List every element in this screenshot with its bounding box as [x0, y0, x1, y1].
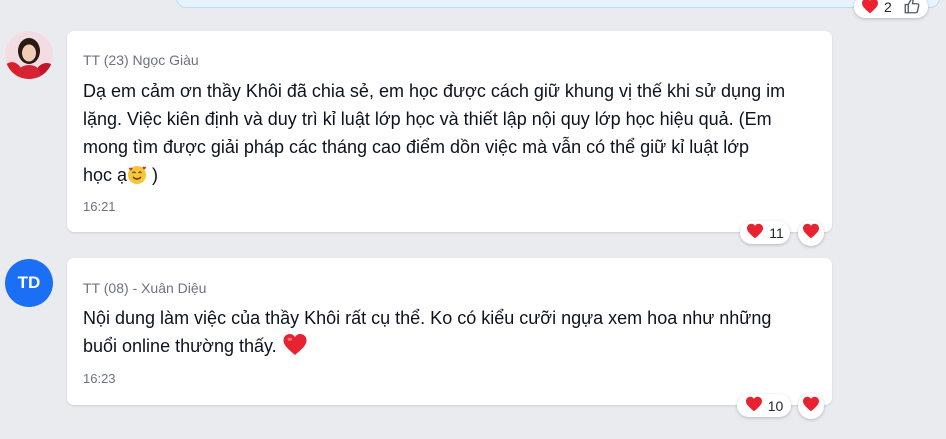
message-time: 16:23	[83, 371, 116, 386]
message-text: Nội dung làm việc của thầy Khôi rất cụ t…	[83, 304, 818, 364]
reaction-count: 11	[769, 224, 784, 241]
reaction-count: 10	[767, 397, 784, 414]
avatar-initials: TD	[17, 273, 41, 292]
message-line: học ạ )	[83, 161, 818, 193]
message-line: lặng. Việc kiên định và duy trì kỉ luật …	[83, 109, 772, 129]
heart-icon	[745, 396, 763, 415]
message-line: Dạ em cảm ơn thầy Khôi đã chia sẻ, em họ…	[83, 81, 786, 101]
message-line: mong tìm được giải pháp các tháng cao đi…	[83, 137, 750, 157]
message-time: 16:21	[83, 199, 116, 214]
heart-icon	[746, 223, 764, 242]
heart-icon	[802, 223, 820, 244]
message-line: Nội dung làm việc của thầy Khôi rất cụ t…	[83, 308, 772, 328]
message-card: TT (23) Ngọc Giàu Dạ em cảm ơn thầy Khôi…	[67, 31, 832, 232]
message-line: buổi online thường thấy.	[83, 332, 818, 364]
react-heart-button[interactable]	[798, 220, 824, 246]
message-card: TT (08) - Xuân Diệu Nội dung làm việc củ…	[67, 258, 832, 405]
sender-name: TT (23) Ngọc Giàu	[83, 52, 199, 68]
smiling-face-with-hearts-icon	[127, 165, 147, 193]
avatar[interactable]: TD	[5, 259, 53, 307]
reaction-count: 2	[884, 0, 892, 15]
thumbs-up-icon	[903, 0, 921, 18]
message-text: Dạ em cảm ơn thầy Khôi đã chia sẻ, em họ…	[83, 77, 818, 193]
previous-message-bubble	[176, 0, 940, 8]
reaction-summary[interactable]: 10	[737, 394, 791, 417]
react-heart-button[interactable]	[798, 393, 824, 419]
previous-reaction-summary[interactable]: 2	[854, 0, 928, 18]
reaction-summary[interactable]: 11	[740, 221, 790, 244]
avatar[interactable]	[5, 31, 53, 79]
heart-icon	[802, 396, 820, 417]
sender-name: TT (08) - Xuân Diệu	[83, 280, 207, 296]
heart-icon	[861, 0, 879, 17]
heart-icon	[282, 333, 308, 364]
